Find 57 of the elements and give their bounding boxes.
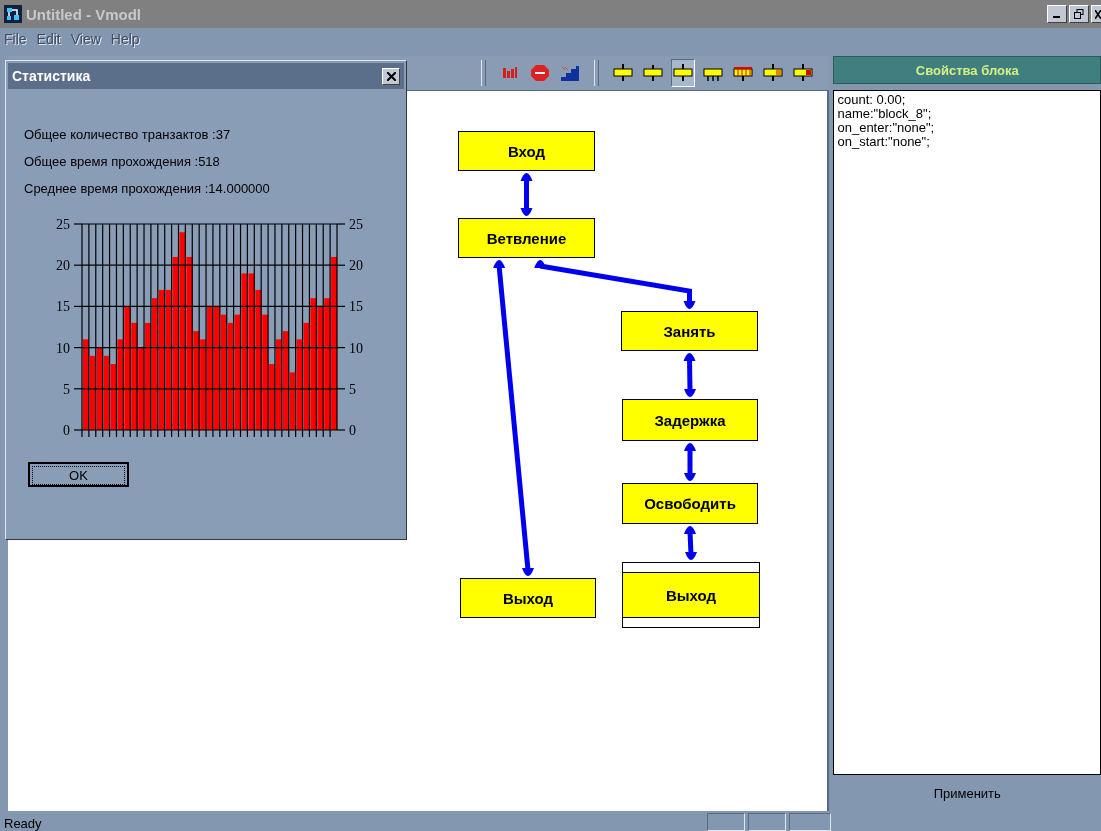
axis-label: 15 [349,299,363,315]
property-line: on_start:"none"; [837,135,930,149]
diagram-block[interactable]: Выход [622,562,760,628]
diagram-block[interactable]: Выход [460,578,596,618]
statistics-line: Общее время прохождения :518 [24,153,221,171]
close-button[interactable] [1091,5,1101,23]
block-icon [673,64,694,82]
close-button[interactable] [382,67,400,85]
status-text: Ready [4,816,43,831]
panel-header: Свойства блока [833,56,1101,84]
dialog-title: Статистика [12,68,92,84]
connector-arrow [683,353,696,397]
property-line: name:"block_8"; [837,107,933,121]
axis-label: 25 [349,217,363,232]
block-icon [763,64,784,82]
axis-label: 10 [56,340,70,356]
minimize-button[interactable] [1047,5,1067,23]
diagram-block[interactable]: Задержка [622,399,758,441]
close-icon [386,71,396,81]
diagram-block[interactable]: Освободить [622,483,758,524]
axis-label: 5 [349,381,356,397]
status-pane [789,813,831,831]
property-line: count: 0.00; [837,93,907,107]
restore-button[interactable] [1069,5,1089,23]
toolbar-button[interactable] [671,59,696,87]
connector-arrow [684,443,696,481]
statistics-line: Общее количество транзактов :37 [24,126,232,144]
stop-icon [531,65,550,81]
close-icon [1095,9,1101,19]
statistics-line: Среднее время прохождения :14.000000 [24,180,271,198]
axis-label: 10 [349,340,363,356]
block-icon [733,64,754,82]
diagram-block[interactable]: Вход [458,131,595,171]
status-pane [707,813,745,831]
axis-label: 5 [63,381,70,397]
status-pane [748,813,786,831]
ok-button[interactable]: OK [28,462,129,487]
axis-label: 25 [56,217,70,232]
properties-text-area[interactable]: count: 0.00; name:"block_8"; on_enter:"none"; on_start:"none"; [833,90,1101,775]
axis-label: 15 [56,299,70,315]
bars-icon [502,66,519,80]
block-icon [793,64,814,82]
diagram-block[interactable]: Ветвление [458,218,595,258]
axis-label: 0 [349,423,356,438]
axis-label: 20 [349,258,363,274]
diagram-block[interactable]: Занять [621,311,758,351]
block-icon [643,64,664,82]
connector-arrow [520,173,533,216]
property-line: on_enter:"none"; [837,121,936,135]
window-title: Untitled - Vmodl [26,5,142,23]
app-icon [4,5,22,23]
axis-label: 0 [63,423,70,438]
stairs-chart-icon [561,65,580,81]
connector-arrow [684,526,697,560]
axis-label: 20 [56,258,70,274]
restore-icon [1074,9,1084,19]
block-icon [613,64,634,82]
